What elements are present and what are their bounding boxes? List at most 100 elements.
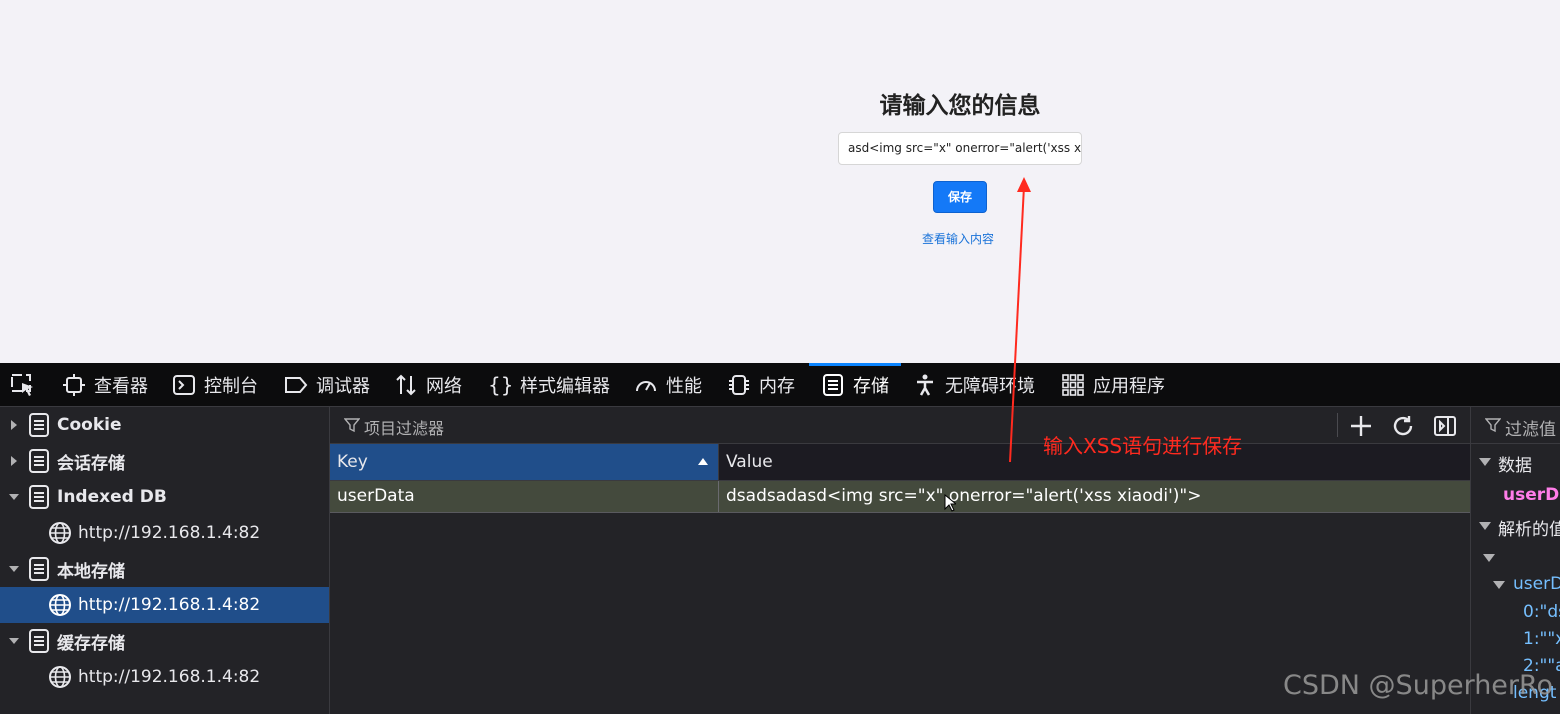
parsed-key: userD: [1513, 574, 1560, 594]
web-page: 请输入您的信息 asd<img src="x" onerror="alert('…: [0, 0, 1560, 363]
chevron-down-icon[interactable]: [1493, 581, 1505, 589]
accessibility-icon: [917, 374, 933, 396]
application-icon: [1062, 373, 1084, 396]
tree-item-label: http://192.168.1.4:82: [78, 595, 261, 615]
tab-style-editor[interactable]: {} 样式编辑器: [488, 363, 610, 406]
chevron-down-icon[interactable]: [1479, 458, 1491, 466]
tree-item-label: 本地存储: [57, 561, 125, 582]
divider: [1471, 443, 1560, 444]
cell-value: dsadsadasd<img src="x" onerror="alert('x…: [726, 486, 1202, 506]
tree-item-indexed-db[interactable]: Indexed DB: [0, 479, 329, 515]
tab-application[interactable]: 应用程序: [1061, 363, 1165, 406]
tab-performance[interactable]: 性能: [634, 363, 702, 406]
tab-memory[interactable]: 内存: [727, 363, 795, 406]
memory-icon: [729, 374, 749, 395]
element-picker-icon[interactable]: [10, 372, 36, 398]
tab-label: 应用程序: [1093, 375, 1165, 397]
column-header-label: Key: [337, 452, 368, 472]
filter-icon: [1485, 418, 1501, 433]
sort-ascending-icon: [698, 458, 708, 465]
tab-network[interactable]: 网络: [394, 363, 462, 406]
tab-label: 性能: [666, 375, 702, 397]
chevron-down-icon[interactable]: [1483, 554, 1495, 562]
tab-label: 样式编辑器: [520, 375, 610, 397]
table-header: Key Value: [330, 444, 1470, 481]
tree-item-cache-storage[interactable]: 缓存存储: [0, 623, 329, 659]
parsed-item: 0:"ds: [1523, 602, 1560, 622]
tab-label: 存储: [853, 375, 889, 397]
form-title: 请输入您的信息: [879, 92, 1041, 118]
globe-icon: [49, 666, 71, 688]
tree-item-label: Cookie: [57, 415, 122, 435]
value-sidebar: 过滤值 数据 userDa 解析的值 userD 0:"ds 1:""x 2:"…: [1470, 407, 1560, 714]
tree-item-local-storage[interactable]: 本地存储: [0, 551, 329, 587]
chevron-down-icon[interactable]: [1479, 522, 1491, 530]
chevron-down-icon: [9, 494, 19, 500]
parsed-item: 1:""x: [1523, 629, 1560, 649]
style-editor-icon: {}: [488, 372, 514, 397]
watermark: CSDN @SuperherRo: [1283, 670, 1554, 701]
tab-label: 内存: [759, 375, 795, 397]
tree-item-cookie[interactable]: Cookie: [0, 407, 329, 443]
inspector-icon: [63, 373, 85, 396]
tab-label: 查看器: [94, 375, 148, 397]
storage-tree: Cookie 会话存储 Indexed DB http://192.168.1.…: [0, 407, 330, 714]
storage-icon: [29, 557, 49, 581]
data-section-label: 数据: [1498, 456, 1532, 476]
cell-key: userData: [337, 486, 415, 506]
chevron-down-icon: [9, 638, 19, 644]
toggle-sidebar-icon[interactable]: [1432, 413, 1458, 439]
parsed-section-label: 解析的值: [1498, 520, 1560, 540]
globe-icon: [49, 594, 71, 616]
view-input-link[interactable]: 查看输入内容: [922, 230, 994, 247]
refresh-icon[interactable]: [1390, 413, 1416, 439]
tab-label: 网络: [426, 375, 462, 397]
value-filter-input[interactable]: 过滤值: [1505, 415, 1556, 440]
annotation-label: 输入XSS语句进行保存: [1043, 434, 1243, 458]
data-key: userDa: [1503, 485, 1560, 505]
table-row[interactable]: userData dsadsadasd<img src="x" onerror=…: [330, 481, 1470, 513]
column-divider: [718, 481, 719, 512]
tree-item-label: 会话存储: [57, 453, 125, 474]
console-icon: [173, 374, 195, 395]
tree-item-label: Indexed DB: [57, 487, 167, 507]
globe-icon: [49, 522, 71, 544]
column-header-label: Value: [726, 452, 773, 472]
tab-inspector[interactable]: 查看器: [62, 363, 148, 406]
add-item-icon[interactable]: [1348, 413, 1374, 439]
tree-item-local-storage-origin[interactable]: http://192.168.1.4:82: [0, 587, 329, 623]
network-icon: [396, 374, 416, 395]
tree-item-indexed-db-origin[interactable]: http://192.168.1.4:82: [0, 515, 329, 551]
devtools-panel: 查看器 控制台 调试器 网络 {} 样式编辑器 性能 内存 存储 无障碍环境 应…: [0, 363, 1560, 714]
save-button[interactable]: 保存: [933, 181, 987, 213]
info-input[interactable]: asd<img src="x" onerror="alert('xss xiao…: [838, 132, 1082, 165]
mouse-cursor-icon: [944, 494, 956, 512]
debugger-icon: [285, 376, 308, 393]
tree-item-label: 缓存存储: [57, 633, 125, 654]
tab-accessibility[interactable]: 无障碍环境: [913, 363, 1035, 406]
tab-label: 无障碍环境: [945, 375, 1035, 397]
tree-item-cache-storage-origin[interactable]: http://192.168.1.4:82: [0, 659, 329, 695]
item-filter-bar: 项目过滤器: [330, 407, 1470, 444]
chevron-right-icon: [11, 420, 17, 430]
chevron-right-icon: [11, 456, 17, 466]
storage-icon: [823, 373, 843, 396]
storage-icon: [29, 629, 49, 653]
chevron-down-icon: [9, 566, 19, 572]
tab-debugger[interactable]: 调试器: [284, 363, 370, 406]
tree-item-label: http://192.168.1.4:82: [78, 523, 261, 543]
tab-console[interactable]: 控制台: [172, 363, 258, 406]
devtools-toolbar: 查看器 控制台 调试器 网络 {} 样式编辑器 性能 内存 存储 无障碍环境 应…: [0, 363, 1560, 407]
storage-icon: [29, 449, 49, 473]
storage-icon: [29, 413, 49, 437]
column-header-key[interactable]: Key: [330, 444, 719, 480]
filter-icon: [344, 418, 360, 433]
toolbar-divider: [1337, 413, 1338, 437]
tab-label: 控制台: [204, 375, 258, 397]
item-filter-input[interactable]: 项目过滤器: [364, 415, 444, 439]
storage-icon: [29, 485, 49, 509]
tab-label: 调试器: [316, 375, 370, 397]
performance-icon: [636, 380, 656, 391]
tree-item-session-storage[interactable]: 会话存储: [0, 443, 329, 479]
tab-storage[interactable]: 存储: [809, 363, 901, 406]
